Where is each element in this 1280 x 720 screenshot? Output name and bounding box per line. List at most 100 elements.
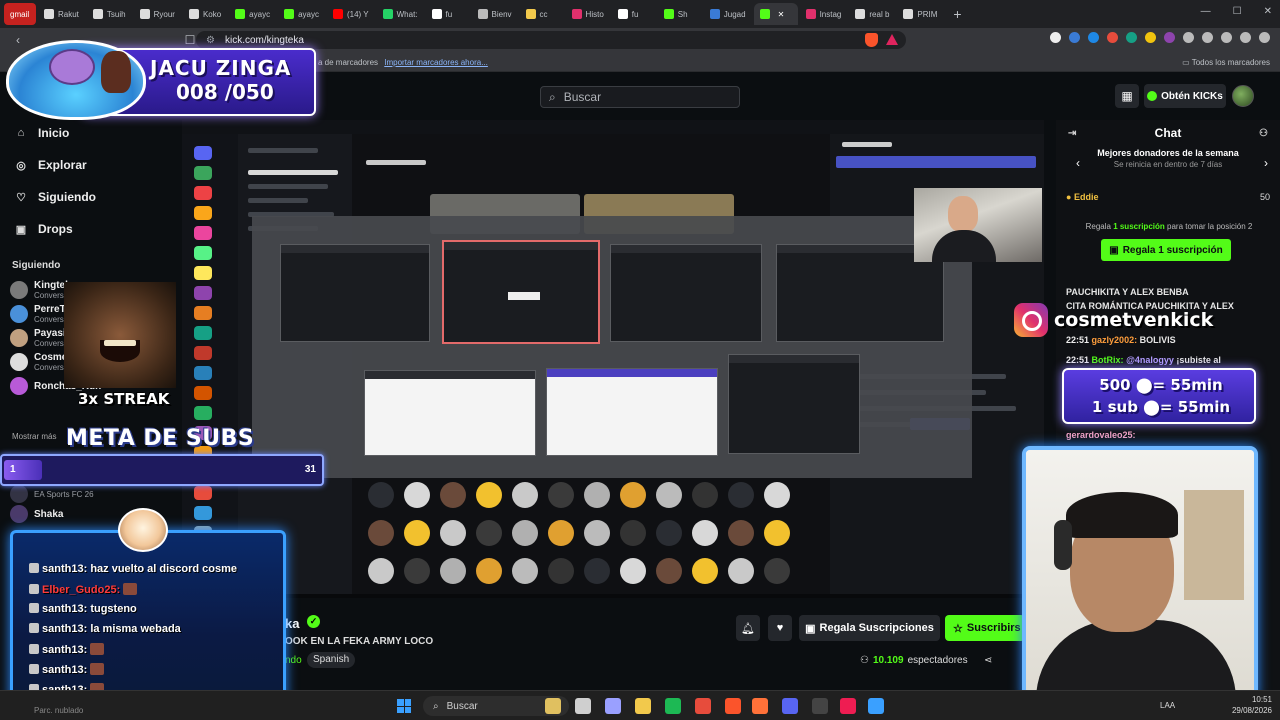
- firefox-icon[interactable]: [752, 698, 768, 714]
- chevron-left-icon[interactable]: ‹: [1076, 156, 1080, 170]
- tab-label: fu: [445, 9, 453, 19]
- browser-tab[interactable]: Ryour: [134, 3, 181, 25]
- import-bookmarks-link[interactable]: Importar marcadores ahora...: [384, 58, 488, 67]
- tab-label: Histo: [585, 9, 604, 19]
- shared-emoji: [404, 520, 430, 546]
- gift-subs-button[interactable]: ▣ Regala Suscripciones: [799, 615, 940, 641]
- tiktok-icon[interactable]: [840, 698, 856, 714]
- brave-rewards-icon[interactable]: [886, 34, 898, 45]
- shared-emoji: [620, 520, 646, 546]
- stream-category[interactable]: ndo: [285, 655, 302, 666]
- user-avatar[interactable]: [1232, 85, 1254, 107]
- browser-tab[interactable]: Jugad: [704, 3, 752, 25]
- collapse-chat-icon[interactable]: ⇥: [1068, 128, 1076, 139]
- maximize-icon[interactable]: ☐: [1233, 6, 1242, 17]
- message-user[interactable]: BotRix:: [1092, 355, 1124, 365]
- avatar: [10, 377, 28, 395]
- browser-tab[interactable]: Bienv: [472, 3, 518, 25]
- file-explorer-icon[interactable]: [635, 698, 651, 714]
- browser-tab[interactable]: (14) Y: [327, 3, 375, 25]
- obs-icon[interactable]: [812, 698, 828, 714]
- extension-icon[interactable]: [1145, 32, 1156, 43]
- get-kicks-button[interactable]: Obtén KICKs: [1144, 84, 1226, 108]
- extensions-icon[interactable]: [1183, 32, 1194, 43]
- minimize-icon[interactable]: —: [1201, 6, 1211, 17]
- video-player[interactable]: [182, 120, 1044, 598]
- gift-one-sub-button[interactable]: ▣ Regala 1 suscripción: [1101, 239, 1231, 261]
- extension-icon[interactable]: [1088, 32, 1099, 43]
- widgets-icon[interactable]: [545, 698, 561, 714]
- show-more-link[interactable]: Mostrar más: [12, 432, 56, 441]
- browser-tab[interactable]: gmail: [4, 3, 36, 25]
- overlay-chat-box: santh13: haz vuelto al discord cosme Elbe…: [10, 530, 286, 708]
- browser-tab[interactable]: Instag: [800, 3, 848, 25]
- browser-tab[interactable]: What:: [377, 3, 424, 25]
- browser-tab[interactable]: ✕: [753, 3, 798, 25]
- browser-tab[interactable]: ayayc: [229, 3, 276, 25]
- browser-tab[interactable]: PRIM: [897, 3, 943, 25]
- sidebar-item-siguiendo[interactable]: ♡ Siguiendo: [14, 184, 174, 210]
- browser-tab[interactable]: cc: [520, 3, 564, 25]
- extension-icon[interactable]: [1107, 32, 1118, 43]
- message-mention[interactable]: @4nalogyy: [1126, 355, 1174, 365]
- star-icon: ☆: [953, 622, 963, 635]
- shared-emoji: [620, 558, 646, 584]
- spotify-icon[interactable]: [665, 698, 681, 714]
- window-controls: — ☐ ✕: [1201, 6, 1272, 17]
- chat-header: ⇥ Chat ⚇: [1056, 120, 1280, 146]
- jacu-count: 008 /050: [176, 80, 274, 104]
- clock[interactable]: 10:51 29/08/2026: [1232, 694, 1272, 716]
- all-bookmarks[interactable]: ▭ Todos los marcadores: [1182, 58, 1270, 67]
- sidebar-item-inicio[interactable]: ⌂ Inicio: [14, 120, 174, 146]
- jacu-zinga-overlay: JACU ZINGA 008 /050: [0, 36, 318, 120]
- browser-tab[interactable]: Rakut: [38, 3, 85, 25]
- sidebar-icon[interactable]: [1202, 32, 1213, 43]
- browser-tab[interactable]: Sh: [658, 3, 702, 25]
- sidebar-item-explorar[interactable]: ◎ Explorar: [14, 152, 174, 178]
- donors-title: Mejores donadores de la semana: [1097, 148, 1239, 158]
- browser-tab[interactable]: Koko: [183, 3, 227, 25]
- badge-icon: [29, 664, 39, 674]
- shared-emoji: [548, 558, 574, 584]
- close-icon[interactable]: ✕: [1264, 6, 1272, 17]
- search-input[interactable]: ⌕ Buscar: [540, 86, 740, 108]
- extension-icon[interactable]: [1126, 32, 1137, 43]
- brave-icon[interactable]: [725, 698, 741, 714]
- extension-icon[interactable]: [1069, 32, 1080, 43]
- browser-tab[interactable]: Tsuih: [87, 3, 132, 25]
- task-view-icon[interactable]: [575, 698, 591, 714]
- settings-icon[interactable]: [605, 698, 621, 714]
- overlay-chat-line: santh13: tugsteno: [29, 603, 137, 615]
- menu-icon[interactable]: [1259, 32, 1270, 43]
- browser-tab[interactable]: Histo: [566, 3, 610, 25]
- browser-tab[interactable]: ayayc: [278, 3, 325, 25]
- vpn-icon[interactable]: [1240, 32, 1251, 43]
- sidebar-item-label: Explorar: [38, 158, 87, 172]
- language-tag[interactable]: Spanish: [307, 652, 356, 668]
- office-icon[interactable]: [695, 698, 711, 714]
- browser-tab[interactable]: fu: [612, 3, 656, 25]
- share-icon[interactable]: ⋖: [984, 655, 992, 666]
- notification-bell-button[interactable]: 🔔︎: [736, 615, 760, 641]
- browser-tab[interactable]: real b: [849, 3, 895, 25]
- keyboard-language[interactable]: LAA: [1160, 701, 1175, 710]
- weather-status[interactable]: Parc. nublado: [34, 706, 83, 715]
- sidebar-item-drops[interactable]: ▣ Drops: [14, 216, 174, 242]
- layout-button[interactable]: ▦: [1115, 84, 1139, 108]
- follow-heart-button[interactable]: ♥: [768, 615, 792, 641]
- windows-start-icon[interactable]: [397, 699, 411, 713]
- new-tab-icon[interactable]: +: [945, 6, 969, 22]
- brave-shield-icon[interactable]: [865, 33, 878, 47]
- chat-users-icon[interactable]: ⚇: [1259, 128, 1268, 139]
- extension-icon[interactable]: [1164, 32, 1175, 43]
- subscribe-button[interactable]: ☆ Suscribirs: [945, 615, 1025, 641]
- tab-close-icon[interactable]: ✕: [778, 10, 785, 19]
- tab-favicon-icon: [903, 9, 914, 19]
- discord-icon[interactable]: [782, 698, 798, 714]
- shared-emoji: [440, 558, 466, 584]
- app-icon[interactable]: [868, 698, 884, 714]
- chevron-right-icon[interactable]: ›: [1264, 156, 1268, 170]
- browser-tab[interactable]: fu: [426, 3, 470, 25]
- wallet-icon[interactable]: [1221, 32, 1232, 43]
- extension-icon[interactable]: [1050, 32, 1061, 43]
